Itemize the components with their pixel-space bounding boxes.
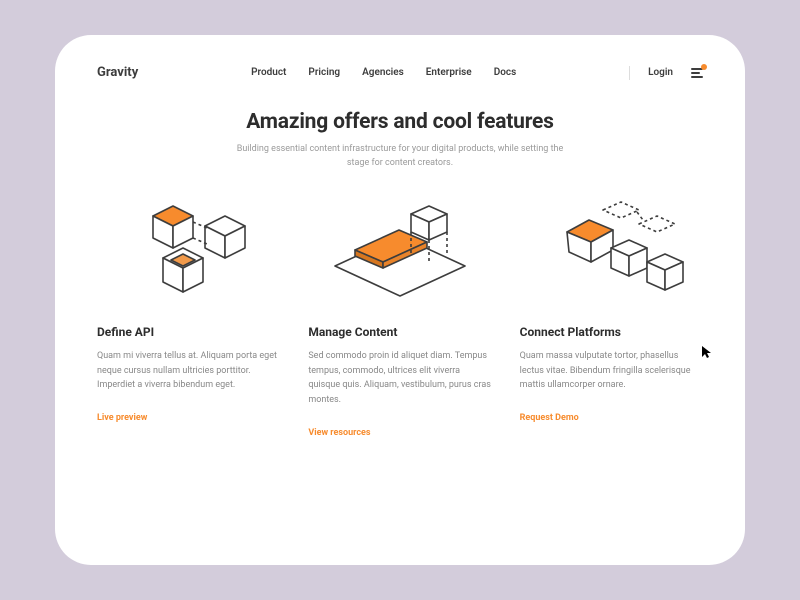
login-link[interactable]: Login: [648, 67, 673, 78]
app-window: Gravity Product Pricing Agencies Enterpr…: [55, 35, 745, 565]
nav-product[interactable]: Product: [251, 67, 286, 78]
header: Gravity Product Pricing Agencies Enterpr…: [97, 65, 703, 80]
hero-subtitle: Building essential content infrastructur…: [230, 142, 570, 171]
connect-icon: [520, 191, 703, 311]
header-right: Login: [629, 66, 703, 80]
platform-icon: [308, 191, 491, 311]
feature-body: Sed commodo proin id aliquet diam. Tempu…: [308, 349, 491, 408]
feature-connect-platforms: Connect Platforms Quam massa vulputate t…: [520, 191, 703, 439]
header-divider: [629, 66, 630, 80]
notification-dot-icon: [701, 64, 707, 70]
nav-enterprise[interactable]: Enterprise: [426, 67, 472, 78]
feature-body: Quam massa vulputate tortor, phasellus l…: [520, 349, 703, 394]
hero-title: Amazing offers and cool features: [97, 110, 703, 134]
live-preview-link[interactable]: Live preview: [97, 413, 147, 423]
feature-title: Manage Content: [308, 325, 491, 339]
primary-nav: Product Pricing Agencies Enterprise Docs: [251, 67, 516, 78]
nav-docs[interactable]: Docs: [494, 67, 517, 78]
feature-body: Quam mi viverra tellus at. Aliquam porta…: [97, 349, 280, 394]
brand-logo[interactable]: Gravity: [97, 65, 138, 80]
hero-section: Amazing offers and cool features Buildin…: [97, 110, 703, 171]
features-row: Define API Quam mi viverra tellus at. Al…: [97, 191, 703, 439]
nav-pricing[interactable]: Pricing: [308, 67, 340, 78]
feature-title: Define API: [97, 325, 280, 339]
feature-title: Connect Platforms: [520, 325, 703, 339]
nav-agencies[interactable]: Agencies: [362, 67, 404, 78]
request-demo-link[interactable]: Request Demo: [520, 413, 579, 423]
cubes-icon: [97, 191, 280, 311]
feature-define-api: Define API Quam mi viverra tellus at. Al…: [97, 191, 280, 439]
feature-manage-content: Manage Content Sed commodo proin id aliq…: [308, 191, 491, 439]
view-resources-link[interactable]: View resources: [308, 428, 370, 438]
hamburger-menu-icon[interactable]: [691, 68, 703, 78]
